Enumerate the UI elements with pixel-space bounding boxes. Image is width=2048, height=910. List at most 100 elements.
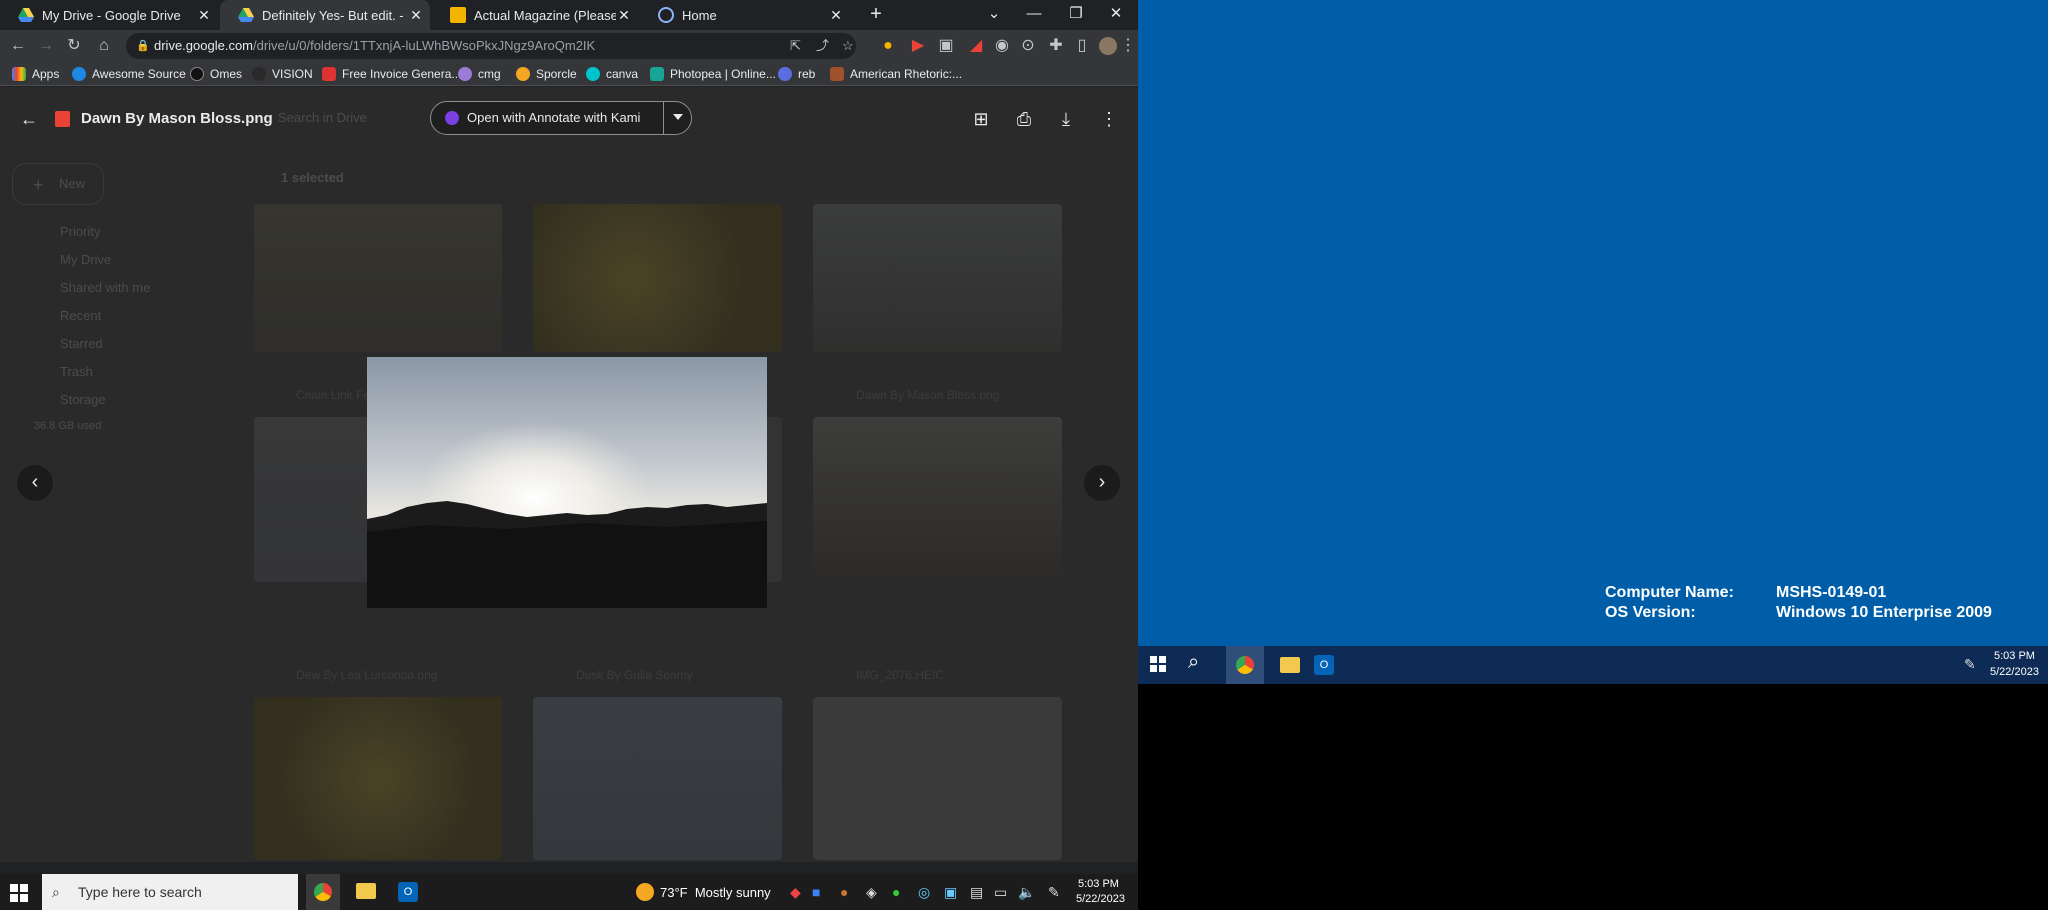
extension-icon[interactable]: ⊙ [1016, 34, 1040, 58]
bookmark-canva[interactable]: canva [586, 64, 638, 84]
open-with-button[interactable]: Open with Annotate with Kami [430, 101, 692, 135]
sidebar-item-starred[interactable]: Starred [60, 336, 103, 351]
drive-search-input[interactable]: Search in Drive [278, 110, 367, 125]
side-panel-icon[interactable]: ▯ [1070, 34, 1094, 58]
dawn-landscape-image [367, 357, 767, 608]
file-thumbnail[interactable] [813, 417, 1062, 582]
star-icon[interactable]: ☆ [842, 33, 854, 59]
extension-icon[interactable]: ● [876, 34, 900, 58]
extensions-puzzle-icon[interactable]: ✚ [1044, 34, 1068, 58]
tab-definitely-yes[interactable]: Definitely Yes- But edit. - Google ✕ [220, 0, 430, 30]
bookmark-apps[interactable]: Apps [12, 64, 59, 84]
outlook-tray-icon[interactable]: ■ [812, 884, 820, 900]
taskbar-date[interactable]: 5/22/2023 [1990, 666, 2039, 678]
sidebar-item-priority[interactable]: Priority [60, 224, 100, 239]
address-bar[interactable]: 🔒 drive.google.com/drive/u/0/folders/1TT… [126, 33, 856, 59]
bookmark-photopea[interactable]: Photopea | Online... [650, 64, 776, 84]
bookmark-icon [322, 67, 336, 81]
tab-home[interactable]: Home ✕ [640, 0, 850, 30]
tray-app-icon[interactable]: ◎ [918, 884, 930, 901]
tab-search-icon[interactable]: ⌄ [974, 0, 1014, 28]
search-icon[interactable]: ⌕ [1188, 651, 1199, 674]
pen-icon[interactable]: ✎ [1964, 656, 1976, 673]
extension-icon[interactable]: ◢ [964, 34, 988, 58]
sidebar-item-storage[interactable]: Storage [60, 392, 106, 407]
tab-my-drive[interactable]: My Drive - Google Drive ✕ [0, 0, 218, 30]
close-viewer-back-icon[interactable]: ← [16, 106, 42, 132]
image-file-icon [55, 111, 70, 127]
bookmark-omes[interactable]: Omes [190, 64, 242, 84]
minimize-button[interactable]: — [1014, 0, 1054, 28]
bookmark-cmg[interactable]: cmg [458, 64, 501, 84]
unused-screen-area [1138, 684, 2048, 910]
pen-icon[interactable]: ✎ [1048, 884, 1060, 901]
file-thumbnail[interactable] [813, 697, 1062, 860]
browser-menu-icon[interactable]: ⋮ [1120, 34, 1136, 58]
sidebar-item-my-drive[interactable]: My Drive [60, 252, 111, 267]
more-options-icon[interactable]: ⋮ [1096, 106, 1122, 132]
tray-app-icon[interactable]: ▣ [944, 884, 957, 901]
print-icon[interactable]: ⎙ [1011, 106, 1037, 132]
tray-app-icon[interactable]: ● [892, 884, 900, 900]
bookmark-awesome-source[interactable]: Awesome Source [72, 64, 186, 84]
sidebar-item-trash[interactable]: Trash [60, 364, 93, 379]
taskbar-time[interactable]: 5:03 PM [1994, 650, 2035, 662]
dropdown-caret-icon[interactable] [673, 114, 683, 120]
profile-avatar[interactable] [1096, 34, 1120, 58]
taskbar-search-input[interactable]: ⌕ Type here to search [42, 874, 298, 910]
close-tab-icon[interactable]: ✕ [196, 7, 212, 24]
back-icon[interactable]: ← [6, 34, 30, 58]
windows-start-icon[interactable] [10, 884, 28, 902]
forward-icon[interactable]: → [34, 34, 58, 58]
taskbar-chrome-button[interactable] [1226, 646, 1264, 684]
taskbar-date[interactable]: 5/22/2023 [1076, 893, 1125, 905]
file-thumbnail[interactable] [254, 204, 502, 352]
file-thumbnail[interactable] [254, 697, 502, 860]
extension-icon[interactable]: ▶ [906, 34, 930, 58]
file-explorer-icon[interactable] [356, 883, 376, 899]
next-file-button[interactable]: › [1084, 465, 1120, 501]
bookmark-reb[interactable]: reb [778, 64, 815, 84]
windows-start-icon[interactable] [1150, 656, 1166, 672]
acrobat-tray-icon[interactable]: ◆ [790, 884, 801, 901]
extension-icon[interactable]: ◉ [990, 34, 1014, 58]
bookmark-invoice[interactable]: Free Invoice Genera... [322, 64, 461, 84]
tray-app-icon[interactable]: ◈ [866, 884, 877, 901]
file-explorer-icon[interactable] [1280, 657, 1300, 673]
extension-icon[interactable]: ▣ [934, 34, 958, 58]
restore-button[interactable]: ❐ [1056, 0, 1096, 28]
home-icon[interactable]: ⌂ [92, 34, 116, 58]
taskbar-chrome-button[interactable] [306, 874, 340, 910]
bookmark-vision[interactable]: VISION [252, 64, 313, 84]
close-tab-icon[interactable]: ✕ [408, 7, 424, 24]
network-icon[interactable]: ▭ [994, 884, 1007, 901]
computer-name-label: Computer Name: [1605, 584, 1734, 601]
tray-app-icon[interactable]: ▤ [970, 884, 983, 901]
tray-app-icon[interactable]: ● [840, 884, 848, 900]
new-tab-button[interactable]: + [856, 0, 896, 28]
file-thumbnail[interactable] [813, 204, 1062, 352]
chrome-icon [1236, 656, 1254, 674]
bookmark-american-rhetoric[interactable]: American Rhetoric:... [830, 64, 962, 84]
share-icon[interactable]: ⤴ [816, 33, 829, 59]
sidebar-item-recent[interactable]: Recent [60, 308, 101, 323]
download-icon[interactable]: ⤓ [1053, 106, 1079, 132]
reload-icon[interactable]: ↻ [62, 34, 86, 58]
taskbar-time[interactable]: 5:03 PM [1078, 878, 1119, 890]
close-window-button[interactable]: ✕ [1096, 0, 1136, 28]
volume-icon[interactable]: 🔈 [1018, 884, 1035, 901]
add-comment-icon[interactable]: ⊞ [968, 106, 994, 132]
file-thumbnail[interactable] [533, 697, 782, 860]
install-icon[interactable]: ⇱ [790, 33, 801, 59]
tab-actual-magazine[interactable]: Actual Magazine (Please Touch) ✕ [432, 0, 638, 30]
new-button[interactable]: + New [12, 163, 104, 205]
outlook-icon[interactable]: O [398, 882, 418, 902]
outlook-icon[interactable]: O [1314, 655, 1334, 675]
file-thumbnail[interactable] [533, 204, 782, 352]
sidebar-item-shared[interactable]: Shared with me [60, 280, 150, 295]
bookmark-sporcle[interactable]: Sporcle [516, 64, 577, 84]
close-tab-icon[interactable]: ✕ [616, 7, 632, 24]
close-tab-icon[interactable]: ✕ [828, 7, 844, 24]
weather-text[interactable]: 73°F Mostly sunny [660, 885, 771, 900]
previous-file-button[interactable]: ‹ [17, 465, 53, 501]
